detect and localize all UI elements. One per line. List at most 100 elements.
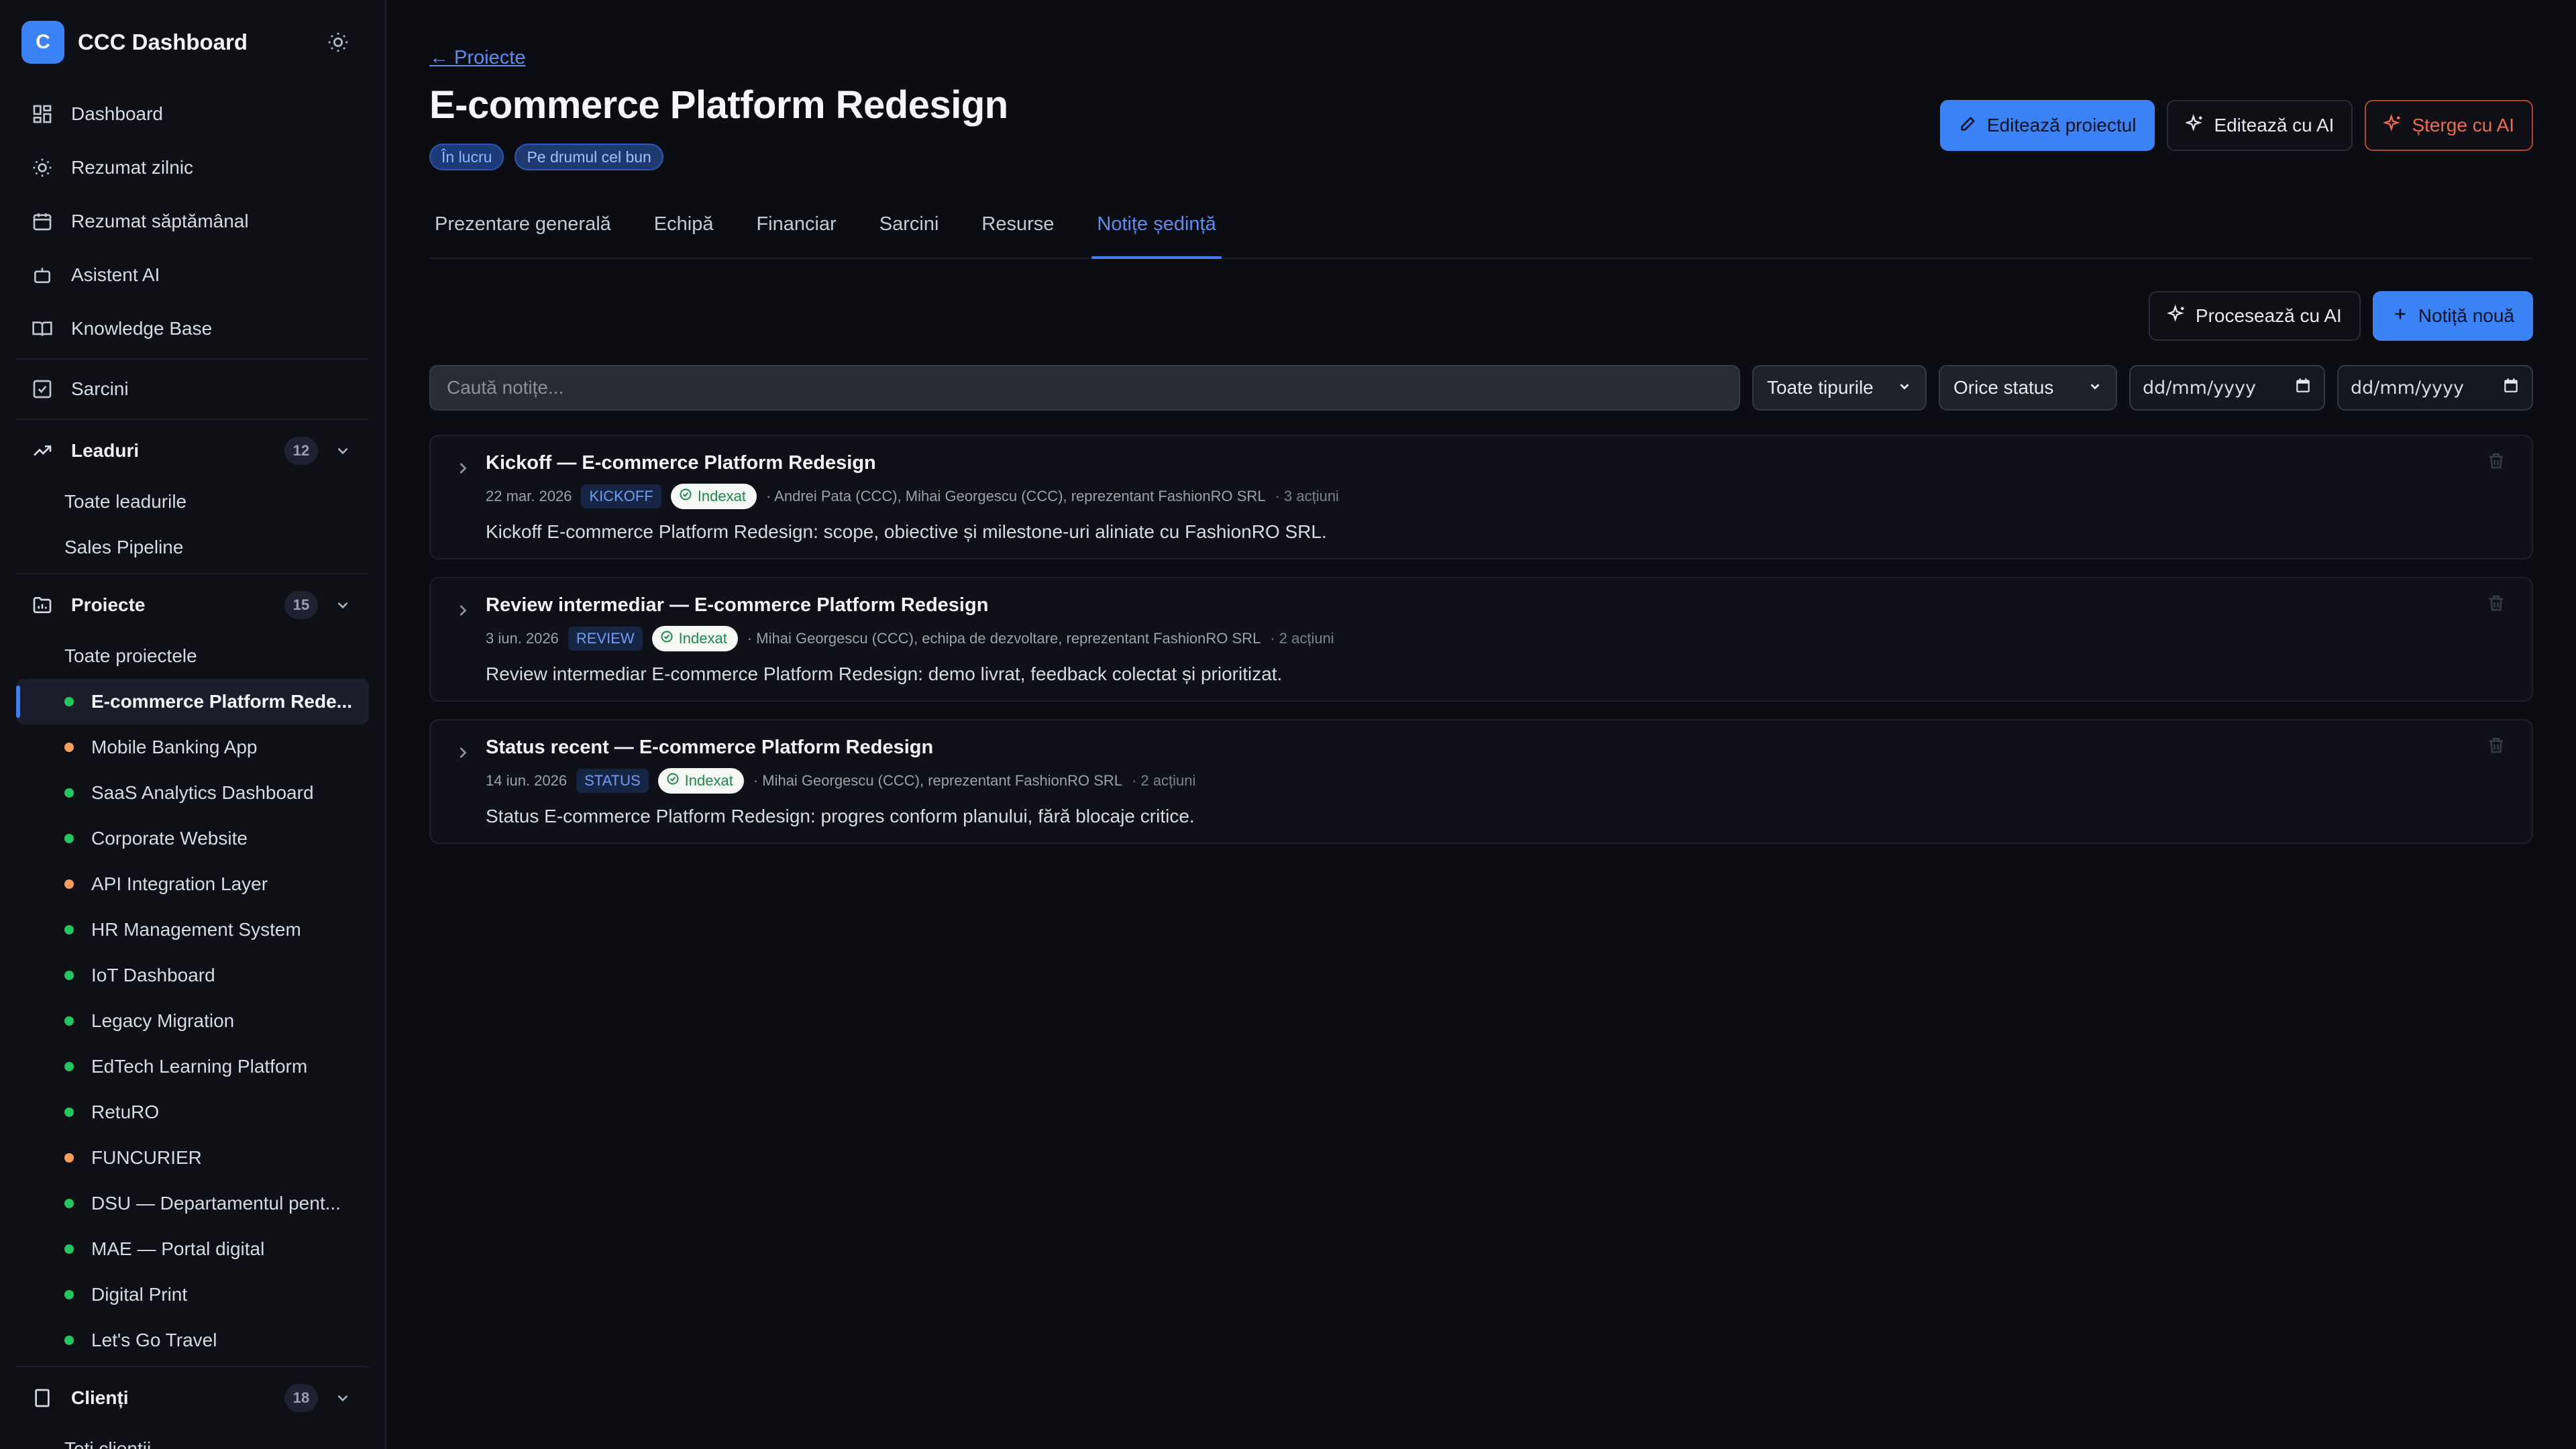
chevron-right-icon[interactable] — [453, 459, 472, 478]
sidebar-item-project[interactable]: FUNCURIER — [16, 1135, 369, 1181]
status-dot — [64, 788, 74, 798]
sparkles-icon — [2383, 113, 2402, 138]
nav-group-leads[interactable]: Leaduri 12 — [16, 423, 369, 479]
project-label: Corporate Website — [91, 828, 248, 849]
nav-label: Asistent AI — [71, 264, 160, 285]
trending-up-icon — [31, 439, 54, 462]
sidebar-item-all-clients[interactable]: Toți clienții — [16, 1426, 369, 1449]
nav-ai-assistant[interactable]: Asistent AI — [16, 248, 369, 302]
project-label: RetuRO — [91, 1102, 160, 1122]
chevron-down-icon — [2088, 377, 2102, 398]
indexed-badge: Indexat — [657, 768, 744, 794]
sidebar-item-project[interactable]: Digital Print — [16, 1272, 369, 1318]
meeting-note-card[interactable]: Status recent — E-commerce Platform Rede… — [429, 719, 2533, 844]
delete-with-ai-button[interactable]: Șterge cu AI — [2365, 100, 2533, 151]
sidebar-item-project[interactable]: Let's Go Travel — [16, 1318, 369, 1363]
projects-count-badge: 15 — [284, 591, 318, 619]
sidebar-item-project[interactable]: SaaS Analytics Dashboard — [16, 770, 369, 816]
sidebar-item-project[interactable]: DSU — Departamentul pent... — [16, 1181, 369, 1226]
back-to-projects-link[interactable]: ← Proiecte — [429, 47, 525, 69]
edit-with-ai-button[interactable]: Editează cu AI — [2167, 100, 2353, 151]
nav-weekly-summary[interactable]: Rezumat săptămânal — [16, 195, 369, 248]
sidebar-item-sales-pipeline[interactable]: Sales Pipeline — [16, 525, 369, 570]
nav-tasks[interactable]: Sarcini — [16, 362, 369, 416]
status-dot — [64, 1290, 74, 1299]
date-from-input[interactable]: dd/mm/yyyy — [2129, 365, 2325, 411]
note-actions-count: · 3 acțiuni — [1275, 488, 1339, 504]
meeting-note-card[interactable]: Review intermediar — E-commerce Platform… — [429, 577, 2533, 702]
type-filter-select[interactable]: Toate tipurile — [1752, 365, 1927, 411]
sidebar-item-project[interactable]: EdTech Learning Platform — [16, 1044, 369, 1089]
sidebar-item-project[interactable]: RetuRO — [16, 1089, 369, 1135]
tab-tasks[interactable]: Sarcini — [874, 211, 945, 258]
note-meta: 14 iun. 2026 STATUS Indexat · Mihai Georges… — [486, 768, 2532, 794]
notes-search-input[interactable] — [429, 365, 1740, 411]
process-with-ai-button[interactable]: Procesează cu AI — [2148, 291, 2361, 341]
check-circle-icon — [660, 630, 674, 647]
nav-label: Sarcini — [71, 378, 129, 399]
new-note-button[interactable]: Notiță nouă — [2372, 291, 2533, 341]
notes-toolbar: Procesează cu AI Notiță nouă — [429, 291, 2533, 341]
nav-dashboard[interactable]: Dashboard — [16, 87, 369, 141]
calendar-icon — [2502, 377, 2520, 399]
edit-project-button[interactable]: Editează proiectul — [1939, 100, 2155, 151]
brand: C CCC Dashboard — [16, 20, 369, 64]
nav-group-projects[interactable]: Proiecte 15 — [16, 577, 369, 633]
trash-icon[interactable] — [2486, 735, 2508, 757]
tab-team[interactable]: Echipă — [649, 211, 719, 258]
trash-icon[interactable] — [2486, 593, 2508, 614]
notes-filters: Toate tipurile Orice status dd/mm/yyyy d… — [429, 365, 2533, 411]
sidebar-item-project[interactable]: Mobile Banking App — [16, 724, 369, 770]
nav-group-clients[interactable]: Clienți 18 — [16, 1370, 369, 1426]
project-label: Mobile Banking App — [91, 737, 258, 757]
sidebar: C CCC Dashboard Dashboard Rezumat zilnic… — [0, 0, 386, 1449]
sun-icon[interactable] — [322, 26, 354, 58]
checkbox-icon — [31, 378, 54, 400]
sidebar-item-project[interactable]: MAE — Portal digital — [16, 1226, 369, 1272]
note-date: 22 mar. 2026 — [486, 488, 572, 504]
chevron-right-icon[interactable] — [453, 601, 472, 620]
tab-resources[interactable]: Resurse — [976, 211, 1059, 258]
status-filter-select[interactable]: Orice status — [1939, 365, 2117, 411]
chevron-down-icon[interactable] — [333, 441, 353, 461]
note-attendees: · Mihai Georgescu (CCC), reprezentant Fa… — [753, 772, 1123, 789]
nav-daily-summary[interactable]: Rezumat zilnic — [16, 141, 369, 195]
status-dot — [64, 1153, 74, 1163]
sidebar-item-project[interactable]: Legacy Migration — [16, 998, 369, 1044]
brand-title: CCC Dashboard — [78, 30, 248, 54]
sidebar-item-project[interactable]: E-commerce Platform Rede... — [16, 679, 369, 724]
chevron-down-icon[interactable] — [333, 595, 353, 615]
tab-meeting-notes[interactable]: Notițe ședință — [1091, 211, 1222, 259]
sidebar-item-project[interactable]: HR Management System — [16, 907, 369, 953]
check-circle-icon — [679, 488, 692, 505]
trash-icon[interactable] — [2486, 451, 2508, 472]
nav-label: Dashboard — [71, 103, 163, 124]
tab-overview[interactable]: Prezentare generală — [429, 211, 616, 258]
sidebar-item-all-projects[interactable]: Toate proiectele — [16, 633, 369, 679]
chevron-down-icon[interactable] — [333, 1388, 353, 1408]
sidebar-item-project[interactable]: Corporate Website — [16, 816, 369, 861]
sidebar-item-all-leads[interactable]: Toate leadurile — [16, 479, 369, 525]
note-title: Status recent — E-commerce Platform Rede… — [486, 737, 934, 758]
note-date: 3 iun. 2026 — [486, 630, 559, 647]
chevron-right-icon[interactable] — [453, 743, 472, 762]
project-label: IoT Dashboard — [91, 965, 215, 985]
building-icon — [31, 1387, 54, 1409]
note-type-badge: REVIEW — [568, 627, 643, 651]
tab-financial[interactable]: Financiar — [751, 211, 841, 258]
nav-knowledge-base[interactable]: Knowledge Base — [16, 302, 369, 356]
status-dot — [64, 1062, 74, 1071]
date-to-input[interactable]: dd/mm/yyyy — [2337, 365, 2533, 411]
nav-group-label: Leaduri — [71, 440, 140, 461]
meeting-note-card[interactable]: Kickoff — E-commerce Platform Redesign 22… — [429, 435, 2533, 559]
page-title: E-commerce Platform Redesign — [429, 83, 1008, 127]
project-label: E-commerce Platform Rede... — [91, 691, 353, 712]
note-summary: Status E-commerce Platform Redesign: pro… — [486, 806, 1195, 826]
button-label: Șterge cu AI — [2412, 115, 2514, 136]
project-label: MAE — Portal digital — [91, 1238, 265, 1259]
sidebar-item-project[interactable]: API Integration Layer — [16, 861, 369, 907]
button-label: Editează proiectul — [1986, 115, 2137, 136]
sidebar-item-project[interactable]: IoT Dashboard — [16, 953, 369, 998]
status-dot — [64, 879, 74, 889]
nav-group-label: Proiecte — [71, 594, 146, 615]
